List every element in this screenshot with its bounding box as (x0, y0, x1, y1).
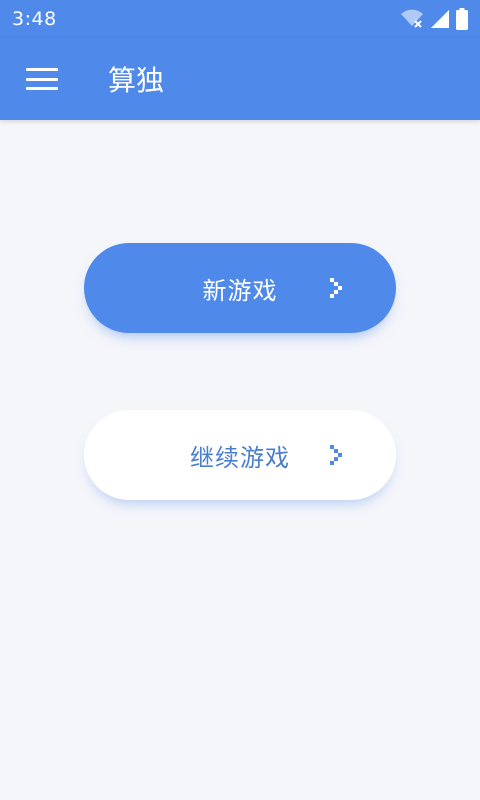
chevron-right-icon (330, 278, 342, 298)
chevron-right-icon (330, 445, 342, 465)
continue-game-button[interactable]: 继续游戏 (84, 410, 396, 500)
app-bar: 算独 (0, 38, 480, 120)
new-game-label: 新游戏 (202, 276, 278, 305)
status-time: 3:48 (12, 8, 57, 30)
app-title: 算独 (108, 64, 165, 97)
new-game-button[interactable]: 新游戏 (84, 243, 396, 333)
wifi-off-icon (400, 9, 424, 29)
menu-icon[interactable] (26, 68, 58, 90)
status-bar: 3:48 (0, 0, 480, 38)
continue-game-label: 继续游戏 (190, 443, 290, 472)
signal-icon (430, 9, 450, 29)
app-screen: 3:48 算独 新游戏 继续游戏 (0, 0, 480, 800)
battery-icon (456, 8, 468, 30)
status-icons (400, 8, 468, 30)
